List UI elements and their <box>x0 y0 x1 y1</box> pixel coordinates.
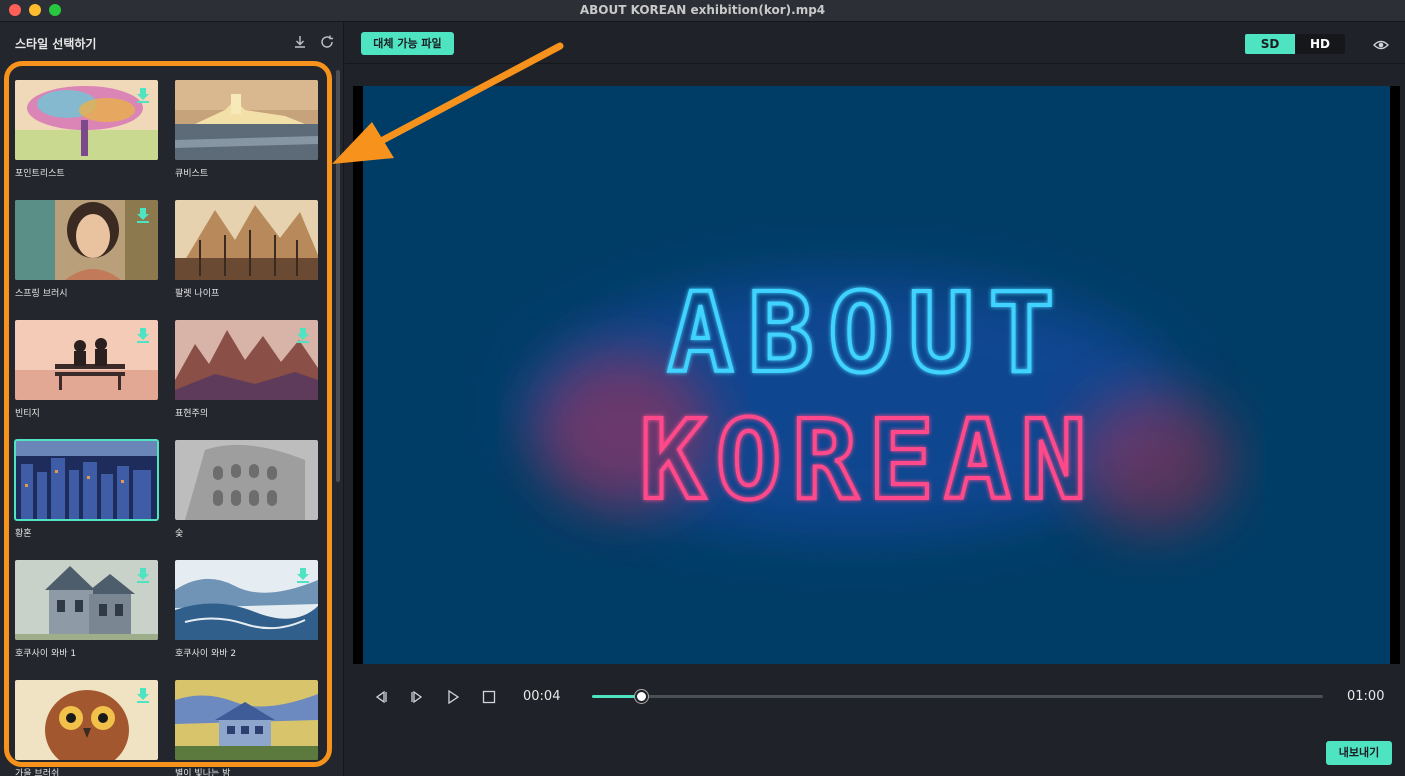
style-label: 호쿠사이 와바 2 <box>175 649 237 659</box>
style-thumbnail-bench-couple[interactable] <box>15 320 158 400</box>
style-card[interactable]: 호쿠사이 와바 1 <box>15 560 158 659</box>
style-label: 빈티지 <box>15 409 40 419</box>
style-card[interactable]: 빈티지 <box>15 320 158 419</box>
style-card[interactable]: 포인트리스트 <box>15 80 158 179</box>
style-label: 숯 <box>175 529 184 539</box>
style-thumbnail-owl[interactable] <box>15 680 158 760</box>
quality-hd-toggle[interactable]: HD <box>1295 34 1345 54</box>
style-thumbnail-colorful-tree[interactable] <box>15 80 158 160</box>
style-thumbnail-city-night[interactable] <box>14 439 159 521</box>
style-card[interactable]: 큐비스트 <box>175 80 318 179</box>
export-button[interactable]: 내보내기 <box>1326 741 1392 765</box>
style-label: 큐비스트 <box>175 169 209 179</box>
style-card[interactable]: 숯 <box>175 440 318 539</box>
style-card[interactable]: 팔렛 나이프 <box>175 200 318 299</box>
total-time: 01:00 <box>1347 689 1385 704</box>
replace-file-button[interactable]: 대체 가능 파일 <box>361 32 454 55</box>
stop-icon[interactable] <box>481 689 497 705</box>
style-label: 황혼 <box>15 529 32 539</box>
style-label: 표현주의 <box>175 409 209 419</box>
play-icon[interactable] <box>445 689 461 705</box>
style-label: 호쿠사이 와바 1 <box>15 649 77 659</box>
style-thumbnail-victorian-house[interactable] <box>15 560 158 640</box>
style-card[interactable]: 황혼 <box>14 439 159 539</box>
app-window: ABOUT KOREAN exhibition(kor).mp4 스타일 선택하… <box>0 0 1405 776</box>
style-grid: 포인트리스트 큐비스트 스프링 브러시 팔렛 나이프 빈티지 표현주의 황혼 숯… <box>14 80 324 776</box>
preview-toolbar: 대체 가능 파일 SD HD <box>345 22 1405 64</box>
style-thumbnail-wave-landscape[interactable] <box>175 560 318 640</box>
eye-icon[interactable] <box>1373 37 1389 51</box>
refresh-icon[interactable] <box>319 34 335 50</box>
style-label: 팔렛 나이프 <box>175 289 220 299</box>
style-label: 가을 브러쉬 <box>15 769 60 776</box>
style-thumbnail-woman-portrait[interactable] <box>15 200 158 280</box>
video-text-korean: KOREAN <box>639 396 1096 524</box>
style-thumbnail-starry-house[interactable] <box>175 680 318 760</box>
style-thumbnail-mountains[interactable] <box>175 320 318 400</box>
video-frame[interactable]: ABOUT KOREAN <box>363 86 1390 664</box>
playback-controls: 00:04 01:00 <box>345 670 1405 724</box>
style-card[interactable]: 스프링 브러시 <box>15 200 158 299</box>
progress-fill <box>592 695 641 698</box>
video-player: ABOUT KOREAN <box>353 86 1400 664</box>
style-thumbnail-colosseum-sketch[interactable] <box>175 440 318 520</box>
window-title: ABOUT KOREAN exhibition(kor).mp4 <box>579 3 826 17</box>
style-panel-scrollbar[interactable] <box>336 70 340 482</box>
title-bar: ABOUT KOREAN exhibition(kor).mp4 <box>0 0 1405 22</box>
style-thumbnail-cubist-castle[interactable] <box>175 80 318 160</box>
current-time: 00:04 <box>523 689 561 704</box>
progress-knob[interactable] <box>634 690 648 703</box>
style-thumbnail-autumn-trees[interactable] <box>175 200 318 280</box>
download-icon[interactable] <box>292 34 308 50</box>
quality-sd-toggle[interactable]: SD <box>1245 34 1295 54</box>
style-card[interactable]: 표현주의 <box>175 320 318 419</box>
progress-slider[interactable] <box>592 690 1323 703</box>
style-label: 별이 빛나는 밤 <box>175 769 231 776</box>
style-panel: 스타일 선택하기 포인트리스트 큐비스트 스프링 브러시 팔렛 나이프 빈티지 … <box>0 22 344 776</box>
prev-frame-icon[interactable] <box>373 689 389 705</box>
style-card[interactable]: 가을 브러쉬 <box>15 680 158 776</box>
style-card[interactable]: 별이 빛나는 밤 <box>175 680 318 776</box>
next-frame-icon[interactable] <box>409 689 425 705</box>
style-label: 포인트리스트 <box>15 169 65 179</box>
style-label: 스프링 브러시 <box>15 289 68 299</box>
style-panel-title: 스타일 선택하기 <box>15 37 97 51</box>
style-card[interactable]: 호쿠사이 와바 2 <box>175 560 318 659</box>
video-text-about: ABOUT <box>667 269 1068 397</box>
